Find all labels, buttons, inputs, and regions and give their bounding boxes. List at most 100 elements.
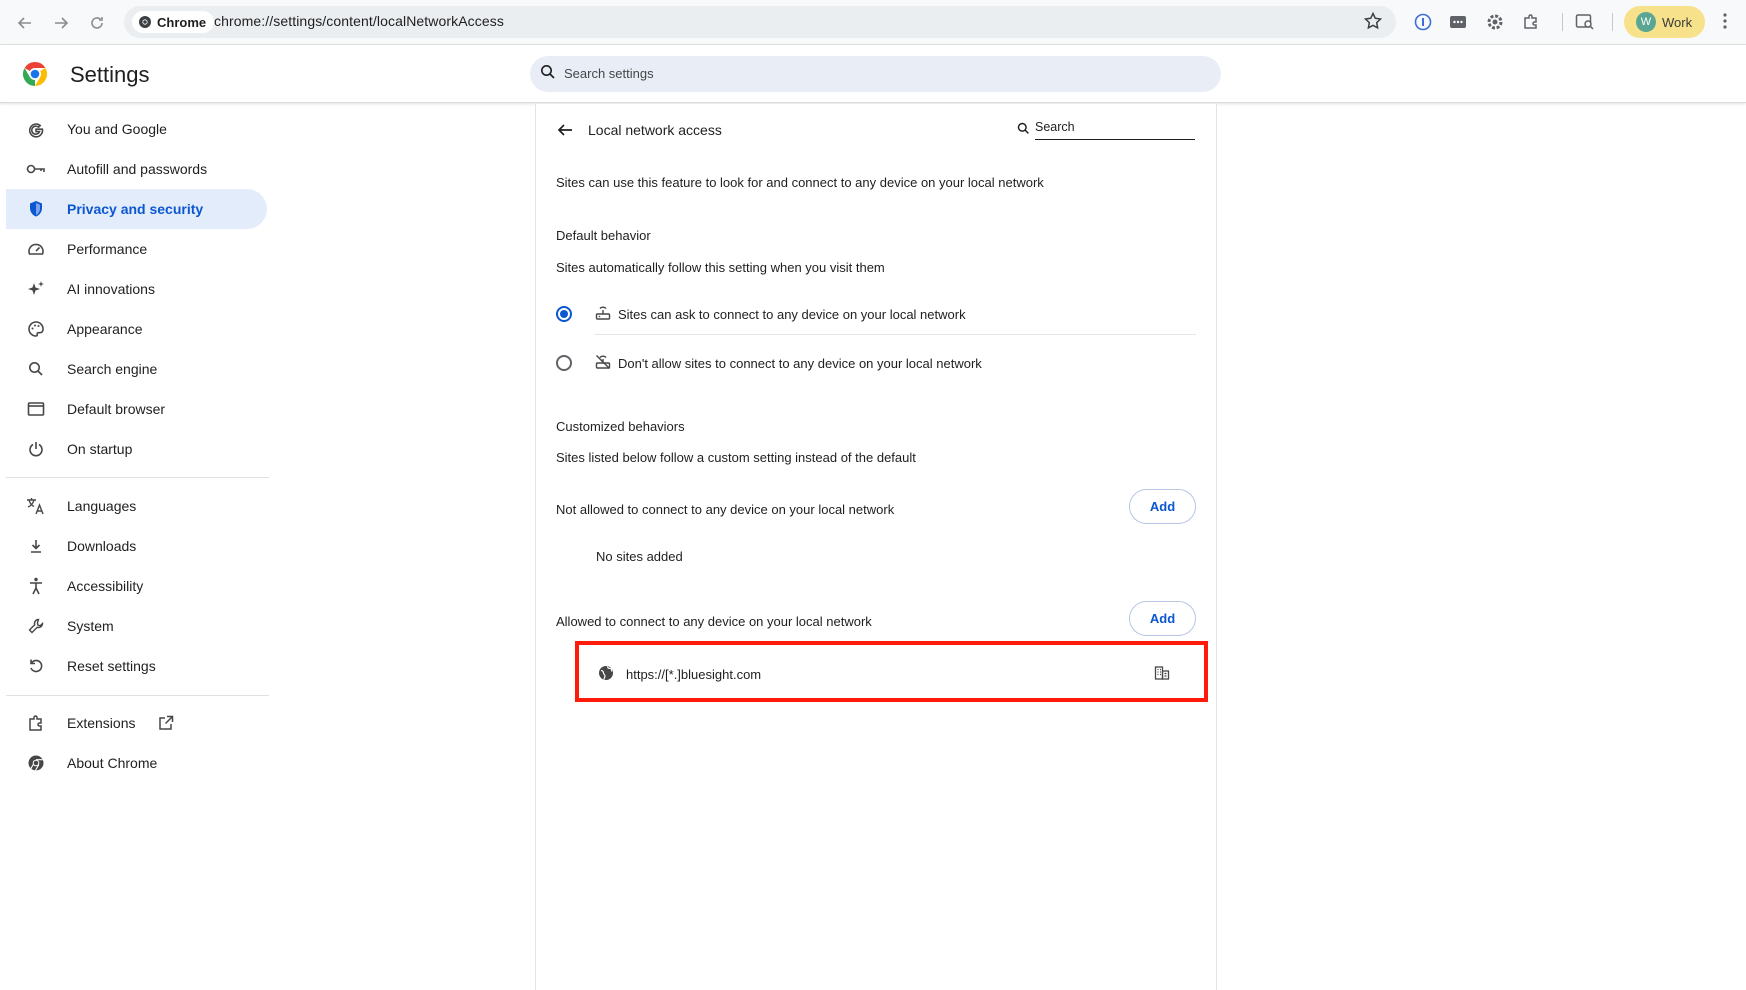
chrome-logo-icon — [22, 61, 48, 92]
wrench-icon — [26, 616, 46, 636]
subpage-title: Local network access — [588, 122, 722, 138]
browser-window-icon — [26, 399, 46, 419]
empty-list-message: No sites added — [596, 549, 683, 564]
reset-icon — [26, 656, 46, 676]
sidebar-item-label: Performance — [67, 241, 148, 257]
tab-search-icon[interactable] — [1574, 11, 1596, 33]
default-behavior-heading: Default behavior — [556, 228, 651, 243]
allowed-section-label: Allowed to connect to any device on your… — [556, 614, 872, 629]
search-icon — [540, 64, 556, 85]
palette-icon — [26, 319, 46, 339]
network-device-icon — [595, 305, 611, 326]
option-divider — [594, 334, 1196, 335]
open-in-new-icon — [158, 715, 174, 736]
add-allowed-button[interactable]: Add — [1129, 601, 1196, 636]
sidebar-item-label: Downloads — [67, 538, 137, 554]
google-g-icon — [26, 119, 46, 139]
shield-icon — [26, 199, 46, 219]
browser-toolbar: Chrome chrome://settings/content/localNe… — [0, 0, 1746, 45]
highlight-box — [575, 641, 1208, 702]
profile-chip[interactable]: W Work — [1624, 6, 1705, 38]
feature-description: Sites can use this feature to look for a… — [556, 175, 1044, 190]
sidebar-item-default-browser[interactable]: Default browser — [6, 389, 267, 429]
avatar: W — [1636, 12, 1656, 32]
settings-sidebar: You and Google Autofill and passwords Pr… — [0, 104, 270, 990]
default-behavior-subtext: Sites automatically follow this setting … — [556, 260, 885, 275]
sidebar-item-privacy[interactable]: Privacy and security — [6, 189, 267, 229]
sidebar-divider — [6, 695, 269, 696]
sidebar-item-you-and-google[interactable]: You and Google — [6, 109, 267, 149]
password-manager-extension-icon[interactable] — [1412, 11, 1434, 33]
sidebar-item-label: Appearance — [67, 321, 143, 337]
sidebar-item-system[interactable]: System — [6, 606, 267, 646]
sidebar-item-label: Default browser — [67, 401, 166, 417]
radio-option-allow-ask[interactable]: Sites can ask to connect to any device o… — [556, 294, 1196, 334]
puzzle-icon — [26, 713, 46, 733]
translate-icon — [26, 496, 46, 516]
sparkle-icon — [26, 279, 46, 299]
sidebar-divider — [6, 477, 269, 478]
sidebar-item-appearance[interactable]: Appearance — [6, 309, 267, 349]
sidebar-item-on-startup[interactable]: On startup — [6, 429, 267, 469]
customized-behaviors-heading: Customized behaviors — [556, 419, 685, 434]
sidebar-item-label: On startup — [67, 441, 133, 457]
sidebar-item-label: Accessibility — [67, 578, 144, 594]
search-icon — [1017, 122, 1030, 140]
toolbar-divider — [1562, 13, 1563, 31]
sidebar-item-languages[interactable]: Languages — [6, 486, 267, 526]
reload-icon[interactable] — [84, 10, 110, 36]
sidebar-item-label: About Chrome — [67, 755, 158, 771]
not-allowed-section-label: Not allowed to connect to any device on … — [556, 502, 895, 517]
add-not-allowed-button[interactable]: Add — [1129, 489, 1196, 524]
sidebar-item-autofill[interactable]: Autofill and passwords — [6, 149, 267, 189]
extensions-puzzle-icon[interactable] — [1520, 11, 1542, 33]
sidebar-item-accessibility[interactable]: Accessibility — [6, 566, 267, 606]
sidebar-item-label: System — [67, 618, 114, 634]
sidebar-item-label: You and Google — [67, 121, 167, 137]
sidebar-item-label: Languages — [67, 498, 137, 514]
sidebar-item-reset-settings[interactable]: Reset settings — [6, 646, 267, 686]
sidebar-item-label: AI innovations — [67, 281, 155, 297]
site-info-chip[interactable]: Chrome — [132, 11, 215, 33]
site-chip-label: Chrome — [157, 14, 207, 30]
sidebar-item-performance[interactable]: Performance — [6, 229, 267, 269]
sidebar-item-search-engine[interactable]: Search engine — [6, 349, 267, 389]
customized-behaviors-subtext: Sites listed below follow a custom setti… — [556, 450, 916, 465]
search-placeholder: Search settings — [564, 66, 654, 81]
sidebar-item-about-chrome[interactable]: About Chrome — [6, 743, 267, 783]
sidebar-item-label: Reset settings — [67, 658, 156, 674]
profile-label: Work — [1662, 14, 1693, 30]
accessibility-icon — [26, 576, 46, 596]
sidebar-item-downloads[interactable]: Downloads — [6, 526, 267, 566]
more-menu-icon[interactable] — [1722, 11, 1728, 36]
forward-icon[interactable] — [48, 10, 74, 36]
toolbar-divider — [1612, 13, 1613, 31]
search-icon — [26, 359, 46, 379]
dots-extension-icon[interactable] — [1447, 11, 1469, 33]
radio-option-label: Don't allow sites to connect to any devi… — [618, 356, 982, 371]
power-icon — [26, 439, 46, 459]
page-title: Settings — [70, 62, 150, 87]
gear-extension-icon[interactable] — [1484, 11, 1506, 33]
sidebar-item-label: Extensions — [67, 715, 136, 731]
radio-button[interactable] — [556, 355, 572, 371]
url-text[interactable]: chrome://settings/content/localNetworkAc… — [214, 13, 504, 29]
radio-option-label: Sites can ask to connect to any device o… — [618, 307, 966, 322]
sidebar-item-label: Privacy and security — [67, 201, 204, 217]
settings-header: Settings Search settings — [0, 45, 1746, 103]
local-network-access-card: Local network access Search Sites can us… — [535, 104, 1217, 990]
back-arrow-icon[interactable] — [556, 121, 574, 144]
sidebar-item-ai-innovations[interactable]: AI innovations — [6, 269, 267, 309]
chrome-icon — [26, 753, 46, 773]
radio-button[interactable] — [556, 306, 572, 322]
key-icon — [26, 159, 46, 179]
radio-option-block[interactable]: Don't allow sites to connect to any devi… — [556, 343, 1196, 383]
download-icon — [26, 536, 46, 556]
speedometer-icon — [26, 239, 46, 259]
sidebar-item-label: Search engine — [67, 361, 158, 377]
back-icon[interactable] — [12, 10, 38, 36]
sidebar-item-extensions[interactable]: Extensions — [6, 703, 267, 743]
site-search-input[interactable]: Search — [1035, 120, 1195, 140]
bookmark-star-icon[interactable] — [1363, 11, 1383, 36]
sidebar-item-label: Autofill and passwords — [67, 161, 208, 177]
